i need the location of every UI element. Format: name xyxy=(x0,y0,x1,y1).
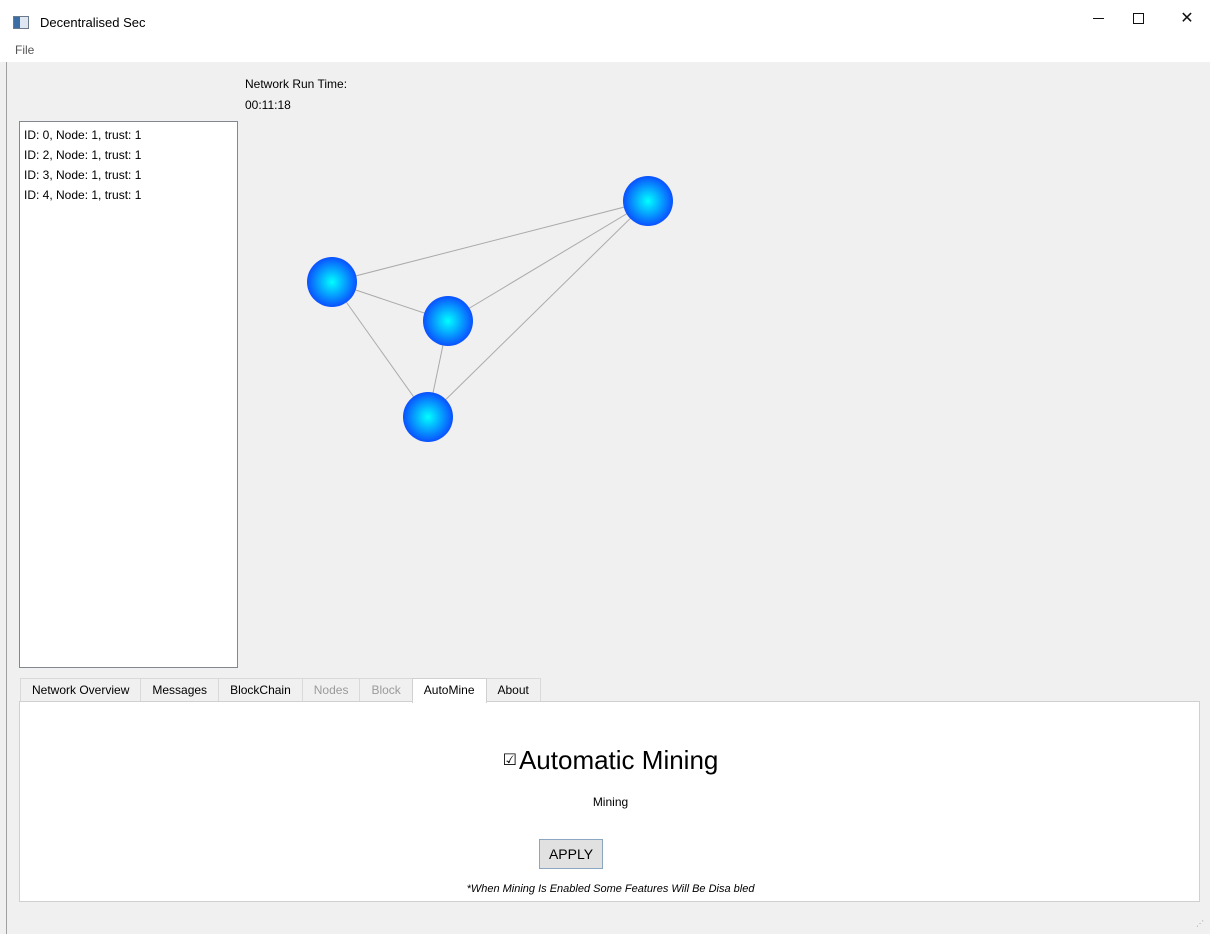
automine-checkbox-label[interactable]: Automatic Mining xyxy=(519,745,718,775)
run-time-label: Network Run Time: xyxy=(245,77,348,91)
automine-panel: ☑Automatic Mining Mining APPLY *When Min… xyxy=(19,701,1200,902)
node-list[interactable]: ID: 0, Node: 1, trust: 1 ID: 2, Node: 1,… xyxy=(19,121,238,668)
graph-edge xyxy=(331,200,649,283)
tab-bar: Network Overview Messages BlockChain Nod… xyxy=(20,678,541,703)
mining-note: *When Mining Is Enabled Some Features Wi… xyxy=(466,883,755,895)
window-title: Decentralised Sec xyxy=(40,15,146,30)
tab-block: Block xyxy=(359,678,413,702)
menu-bar: File xyxy=(0,40,1210,62)
checkbox-checked-icon[interactable]: ☑ xyxy=(503,752,517,769)
graph-nodes xyxy=(307,176,673,442)
resize-grip-icon[interactable]: ⋰ xyxy=(1196,920,1206,930)
window-border xyxy=(6,62,7,934)
automine-checkbox-row[interactable]: ☑Automatic Mining xyxy=(20,745,1201,776)
title-bar: Decentralised Sec ✕ xyxy=(0,0,1210,40)
graph-node[interactable] xyxy=(403,392,453,442)
mining-status: Mining xyxy=(592,795,629,809)
list-item[interactable]: ID: 0, Node: 1, trust: 1 xyxy=(24,125,233,145)
tab-messages[interactable]: Messages xyxy=(140,678,220,702)
tab-blockchain[interactable]: BlockChain xyxy=(218,678,303,702)
app-icon xyxy=(13,16,29,29)
graph-edges xyxy=(331,200,649,418)
tab-network-overview[interactable]: Network Overview xyxy=(20,678,142,702)
graph-edge xyxy=(447,200,649,322)
apply-button[interactable]: APPLY xyxy=(539,839,603,869)
list-item[interactable]: ID: 2, Node: 1, trust: 1 xyxy=(24,145,233,165)
list-item[interactable]: ID: 4, Node: 1, trust: 1 xyxy=(24,185,233,205)
tab-nodes: Nodes xyxy=(301,678,361,702)
tab-about[interactable]: About xyxy=(485,678,541,702)
graph-node[interactable] xyxy=(623,176,673,226)
run-time-value: 00:11:18 xyxy=(245,98,291,112)
graph-node[interactable] xyxy=(307,257,357,307)
list-item[interactable]: ID: 3, Node: 1, trust: 1 xyxy=(24,165,233,185)
tab-automine[interactable]: AutoMine xyxy=(411,678,487,703)
graph-node[interactable] xyxy=(423,296,473,346)
close-icon[interactable]: ✕ xyxy=(1164,0,1210,36)
menu-file[interactable]: File xyxy=(15,43,34,57)
maximize-icon[interactable] xyxy=(1115,0,1161,36)
